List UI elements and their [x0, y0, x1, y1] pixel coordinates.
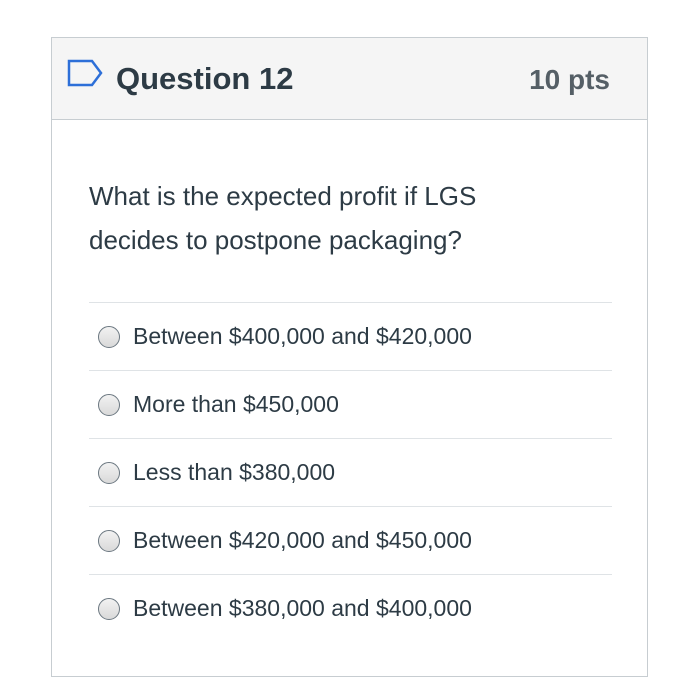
- question-title: Question 12: [116, 61, 294, 96]
- question-header: Question 12 10 pts: [52, 38, 647, 120]
- answer-option[interactable]: Less than $380,000: [89, 438, 612, 506]
- answer-label: Less than $380,000: [133, 459, 336, 485]
- question-points: 10 pts: [529, 64, 610, 95]
- flag-question-icon[interactable]: [66, 58, 104, 88]
- radio-button[interactable]: [98, 393, 120, 416]
- radio-button[interactable]: [98, 529, 120, 552]
- answer-list: Between $400,000 and $420,000 More than …: [89, 302, 612, 642]
- answer-option[interactable]: Between $380,000 and $400,000: [89, 574, 612, 642]
- answer-label: Between $400,000 and $420,000: [133, 323, 472, 349]
- answer-label: Between $380,000 and $400,000: [133, 595, 472, 621]
- answer-option[interactable]: Between $420,000 and $450,000: [89, 506, 612, 574]
- answer-label: More than $450,000: [133, 391, 339, 417]
- answer-label: Between $420,000 and $450,000: [133, 527, 472, 553]
- question-text: What is the expected profit if LGS decid…: [89, 181, 477, 255]
- radio-button[interactable]: [98, 597, 120, 620]
- radio-button[interactable]: [98, 461, 120, 484]
- radio-button[interactable]: [98, 325, 120, 348]
- question-card: Question 12 10 pts What is the expected …: [51, 37, 648, 677]
- answer-option[interactable]: Between $400,000 and $420,000: [89, 302, 612, 370]
- answer-option[interactable]: More than $450,000: [89, 370, 612, 438]
